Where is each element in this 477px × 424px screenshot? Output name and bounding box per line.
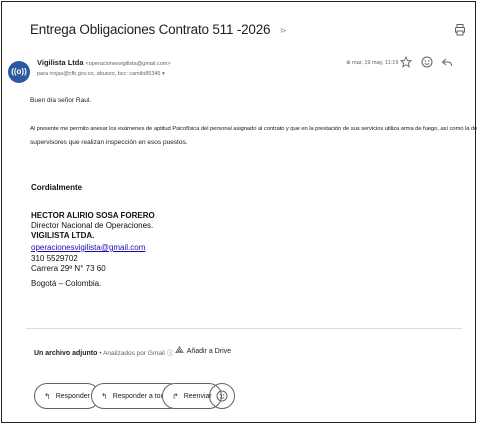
signature-name: HECTOR ALIRIO SOSA FORERO: [31, 211, 155, 221]
scan-status: • Analizados por Gmail: [99, 350, 165, 357]
label-icon[interactable]: ⊳: [280, 26, 287, 35]
signature-phone: 310 5529702: [31, 254, 78, 263]
reply-label: Responder: [55, 392, 90, 400]
emoji-icon: [216, 390, 228, 402]
info-icon[interactable]: ⓘ: [167, 350, 174, 357]
sender-email: <operacionesvigilista@gmail.com>: [85, 61, 171, 67]
emoji-icon[interactable]: [421, 56, 433, 68]
sender-name: Vigilista Ltda: [37, 58, 84, 67]
email-greeting: Buen día señor Raul.: [30, 97, 92, 104]
signature-company-bold: VIGILISTA LTDA.: [31, 231, 95, 240]
add-to-drive-label: Añadir a Drive: [186, 348, 232, 355]
add-to-drive-button[interactable]: ⟁ Añadir a Drive: [175, 345, 231, 356]
signature-address: Carrera 29ª N° 73 60: [31, 264, 106, 273]
drive-icon: ⟁: [175, 345, 187, 356]
subject-text: Entrega Obligaciones Contrato 511 -2026: [30, 22, 271, 37]
sender-line: Vigilista Ltda <operacionesvigilista@gma…: [37, 58, 171, 67]
reply-icon[interactable]: [441, 56, 453, 68]
closing-bold: Cordialmente: [31, 183, 83, 192]
emoji-reaction-button[interactable]: [209, 383, 235, 409]
star-icon[interactable]: [400, 56, 412, 68]
signature-company: VIGILISTA LTDA.: [31, 231, 94, 241]
forward-label: Reenviar: [183, 392, 212, 400]
signature-email-link[interactable]: operacionesvigilista@gmail.com: [31, 243, 145, 253]
date-text: mar, 19 may, 11:19: [352, 60, 399, 66]
email-subject: Entrega Obligaciones Contrato 511 -2026 …: [30, 22, 287, 37]
attachment-count: Un archivo adjunto: [34, 350, 98, 357]
signature-email[interactable]: operacionesvigilista@gmail.com: [31, 243, 145, 252]
body-line-2: supervisores que realizan inspección en …: [30, 139, 188, 146]
recipients-text: para rrojas@cfb.gov.co, abuezo, bcc: cam…: [37, 71, 161, 77]
body-line-1: Al presente me permito anexar los exámen…: [30, 126, 477, 132]
attachment-summary: Un archivo adjunto • Analizados por Gmai…: [34, 347, 173, 357]
reply-icon: ↰: [44, 391, 51, 401]
sender-avatar: ((o)): [8, 61, 30, 83]
chevron-down-icon[interactable]: ▾: [162, 71, 165, 77]
attachment-divider: [26, 328, 462, 329]
signature-city: Bogotá – Colombia.: [31, 279, 102, 288]
forward-icon: ↱: [172, 391, 179, 401]
email-date: ⊕ mar, 19 may, 11:19: [346, 60, 398, 66]
print-icon[interactable]: [455, 24, 465, 36]
signature-name-bold: HECTOR ALIRIO SOSA FORERO: [31, 211, 155, 220]
closing-text: Cordialmente: [31, 183, 82, 193]
reply-all-icon: ↰: [101, 391, 108, 401]
recipients-line[interactable]: para rrojas@cfb.gov.co, abuezo, bcc: cam…: [37, 71, 165, 77]
signature-role: Director Nacional de Operaciones.: [31, 221, 154, 230]
